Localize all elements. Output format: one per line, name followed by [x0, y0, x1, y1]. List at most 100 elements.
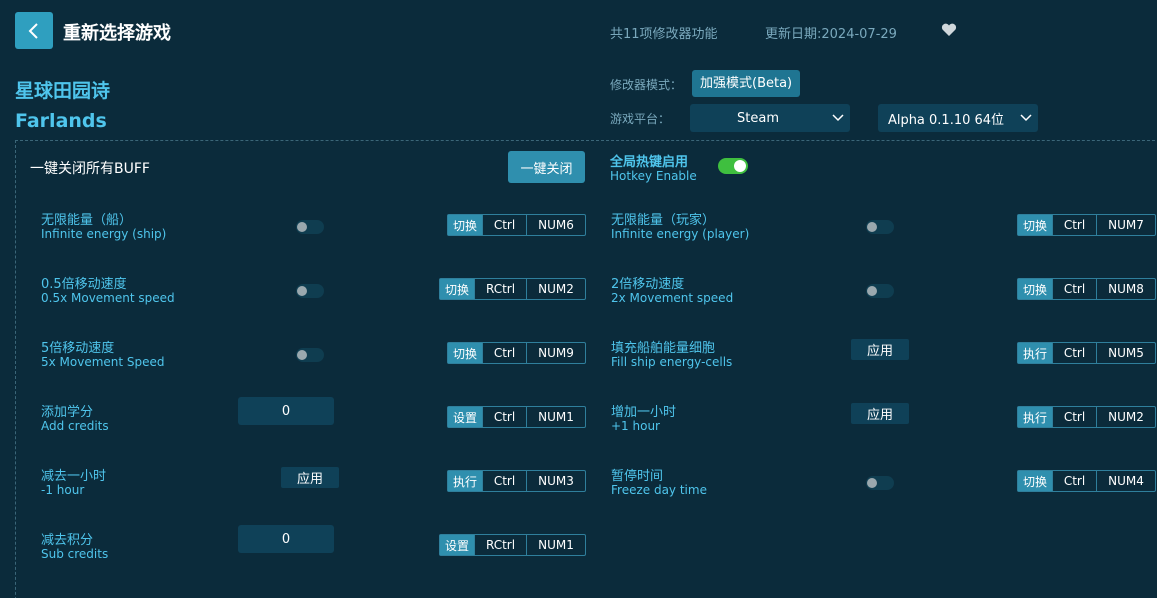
mode-badge[interactable]: 加强模式(Beta) [692, 70, 801, 97]
apply-button[interactable]: 应用 [851, 403, 909, 424]
update-date: 更新日期:2024-07-29 [765, 27, 897, 42]
toggle-knob [297, 222, 307, 232]
toggle-knob [867, 478, 877, 488]
cheat-row: 无限能量（船） Infinite energy (ship) 切换 Ctrl NUM6 [41, 209, 601, 249]
hotkey-action-label: 切换 [1018, 471, 1052, 491]
hotkey-group[interactable]: 设置 Ctrl NUM1 [447, 406, 586, 428]
version-select[interactable]: Alpha 0.1.10 64位 [878, 104, 1038, 132]
cheat-name-cn: 添加学分 [41, 405, 94, 420]
platform-label: 游戏平台： [610, 112, 671, 126]
hotkey-modifier: Ctrl [1052, 215, 1096, 235]
cheat-name-cn: 无限能量（玩家） [611, 213, 716, 228]
chevron-down-icon [832, 114, 844, 122]
cheat-name-cn: 增加一小时 [611, 405, 677, 420]
hotkey-group[interactable]: 切换 Ctrl NUM9 [447, 342, 586, 364]
hotkey-group[interactable]: 切换 Ctrl NUM7 [1017, 214, 1156, 236]
apply-button[interactable]: 应用 [851, 339, 909, 360]
page-title: 重新选择游戏 [63, 23, 171, 44]
hotkey-group[interactable]: 执行 Ctrl NUM5 [1017, 342, 1156, 364]
cheat-name-cn: 减去一小时 [41, 469, 107, 484]
hotkey-modifier: RCtrl [474, 279, 526, 299]
cheat-name-cn: 减去积分 [41, 533, 94, 548]
cheat-name-cn: 2倍移动速度 [611, 277, 685, 292]
cheat-row: 增加一小时 +1 hour 应用 执行 Ctrl NUM2 [611, 401, 1157, 441]
apply-button[interactable]: 应用 [281, 467, 339, 488]
toggle-knob [734, 160, 746, 172]
hotkey-action-label: 切换 [448, 343, 482, 363]
value-input[interactable]: 0 [238, 525, 334, 553]
cheat-name-en: Sub credits [41, 547, 109, 561]
cheat-row: 减去一小时 -1 hour 应用 执行 Ctrl NUM3 [41, 465, 601, 505]
all-off-button[interactable]: 一键关闭 [508, 151, 585, 183]
heart-icon [941, 23, 957, 36]
cheat-name-en: -1 hour [41, 483, 85, 497]
cheat-row: 填充船舶能量细胞 Fill ship energy-cells 应用 执行 Ctrl NU… [611, 337, 1157, 377]
chevron-down-icon [1020, 114, 1032, 122]
hotkey-key: NUM1 [526, 535, 585, 555]
hotkey-key: NUM8 [1096, 279, 1155, 299]
hotkey-enable-toggle[interactable] [718, 158, 748, 174]
hotkey-action-label: 执行 [448, 471, 482, 491]
platform-select[interactable]: Steam [690, 104, 850, 132]
hotkey-key: NUM3 [526, 471, 585, 491]
hotkey-group[interactable]: 切换 Ctrl NUM4 [1017, 470, 1156, 492]
cheat-name-en: Infinite energy (player) [611, 227, 750, 241]
hotkey-key: NUM1 [526, 407, 585, 427]
hotkey-action-label: 设置 [448, 407, 482, 427]
cheat-name-cn: 5倍移动速度 [41, 341, 115, 356]
cheat-row: 无限能量（玩家） Infinite energy (player) 切换 Ctrl NU… [611, 209, 1157, 249]
hotkey-action-label: 切换 [1018, 279, 1052, 299]
toggle-knob [297, 286, 307, 296]
hotkey-modifier: Ctrl [482, 471, 526, 491]
cheat-row: 2倍移动速度 2x Movement speed 切换 Ctrl NUM8 [611, 273, 1157, 313]
hotkey-key: NUM6 [526, 215, 585, 235]
hotkey-modifier: Ctrl [1052, 471, 1096, 491]
cheat-toggle[interactable] [866, 220, 894, 234]
hotkey-modifier: Ctrl [1052, 343, 1096, 363]
cheat-name-en: Freeze day time [611, 483, 707, 497]
hotkey-action-label: 执行 [1018, 343, 1052, 363]
hotkey-modifier: Ctrl [1052, 407, 1096, 427]
game-name-cn: 星球田园诗 [15, 80, 111, 102]
hotkey-group[interactable]: 切换 Ctrl NUM6 [447, 214, 586, 236]
platform-value: Steam [737, 110, 779, 126]
cheat-row: 5倍移动速度 5x Movement Speed 切换 Ctrl NUM9 [41, 337, 601, 377]
hotkey-group[interactable]: 设置 RCtrl NUM1 [439, 534, 586, 556]
value-input[interactable]: 0 [238, 397, 334, 425]
cheat-name-cn: 0.5倍移动速度 [41, 277, 127, 292]
hotkey-modifier: Ctrl [482, 215, 526, 235]
mode-label: 修改器模式： [610, 78, 683, 92]
cheat-row: 暂停时间 Freeze day time 切换 Ctrl NUM4 [611, 465, 1157, 505]
cheat-name-en: 2x Movement speed [611, 291, 734, 305]
hotkey-key: NUM7 [1096, 215, 1155, 235]
hotkey-modifier: Ctrl [482, 343, 526, 363]
hotkey-key: NUM2 [1096, 407, 1155, 427]
cheat-toggle[interactable] [296, 284, 324, 298]
hotkey-modifier: Ctrl [482, 407, 526, 427]
back-button[interactable] [15, 12, 53, 49]
cheat-toggle[interactable] [866, 476, 894, 490]
cheat-toggle[interactable] [866, 284, 894, 298]
hotkey-key: NUM2 [526, 279, 585, 299]
hotkey-enable-label-en: Hotkey Enable [610, 169, 697, 183]
hotkey-group[interactable]: 执行 Ctrl NUM2 [1017, 406, 1156, 428]
hotkey-group[interactable]: 切换 RCtrl NUM2 [439, 278, 586, 300]
hotkey-modifier: RCtrl [474, 535, 526, 555]
hotkey-key: NUM9 [526, 343, 585, 363]
version-value: Alpha 0.1.10 64位 [887, 112, 1005, 128]
hotkey-group[interactable]: 切换 Ctrl NUM8 [1017, 278, 1156, 300]
feature-count: 共11项修改器功能 [610, 27, 718, 42]
hotkey-group[interactable]: 执行 Ctrl NUM3 [447, 470, 586, 492]
game-name-en: Farlands [15, 110, 107, 132]
hotkey-action-label: 切换 [440, 279, 474, 299]
hotkey-modifier: Ctrl [1052, 279, 1096, 299]
cheat-row: 减去积分 Sub credits 0 设置 RCtrl NUM1 [41, 525, 601, 569]
cheat-row: 添加学分 Add credits 0 设置 Ctrl NUM1 [41, 397, 601, 441]
cheat-toggle[interactable] [296, 348, 324, 362]
hotkey-key: NUM5 [1096, 343, 1155, 363]
cheat-name-en: Fill ship energy-cells [611, 355, 733, 369]
cheat-name-en: Add credits [41, 419, 109, 433]
favorite-button[interactable] [941, 22, 957, 41]
cheat-toggle[interactable] [296, 220, 324, 234]
cheat-name-cn: 填充船舶能量细胞 [611, 341, 716, 356]
